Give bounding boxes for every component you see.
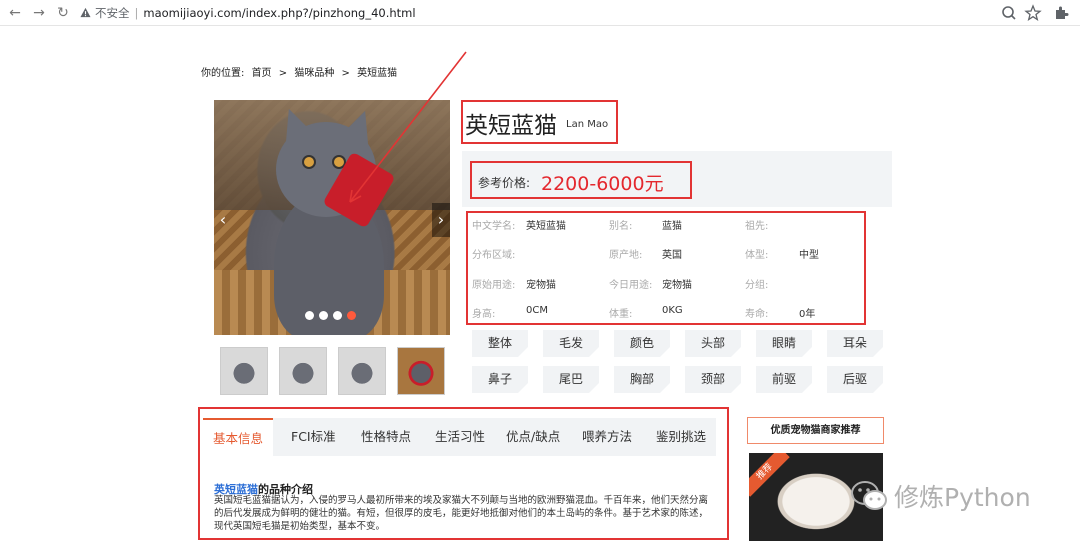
wechat-icon <box>851 481 887 510</box>
info-value: 0KG <box>662 305 683 316</box>
thumbnail-image[interactable] <box>279 347 327 395</box>
tag-button[interactable]: 前驱 <box>756 366 812 393</box>
info-key: 中文学名: <box>472 221 516 232</box>
tag-button[interactable]: 后驱 <box>827 366 883 393</box>
info-key: 身高: <box>472 309 496 320</box>
tag-button[interactable]: 颜色 <box>614 330 670 357</box>
info-key: 今日用途: <box>609 280 653 291</box>
tag-button[interactable]: 鼻子 <box>472 366 528 393</box>
breadcrumb-prefix: 你的位置: <box>201 68 245 79</box>
tab-pros-cons[interactable]: 优点/缺点 <box>506 418 560 456</box>
tab-fci-standard[interactable]: FCI标准 <box>291 418 336 456</box>
back-icon[interactable]: ← <box>6 4 24 22</box>
info-value: 0年 <box>799 309 816 320</box>
info-value: 宠物猫 <box>662 280 692 291</box>
forward-icon[interactable]: → <box>30 4 48 22</box>
intro-text: 英国短毛蓝猫据认为，入侵的罗马人最初所带来的埃及家猫大不列颠与当地的欧洲野猫混血… <box>214 495 709 532</box>
tag-button[interactable]: 整体 <box>472 330 528 357</box>
info-row: 中文学名: 英短蓝猫 别名: 蓝猫 祖先: <box>472 217 872 237</box>
security-label: 不安全 <box>95 6 130 20</box>
tag-button[interactable]: 头部 <box>685 330 741 357</box>
price-value: 2200-6000元 <box>541 173 664 195</box>
breadcrumb-sep: > <box>341 68 350 79</box>
carousel-dots <box>305 311 356 323</box>
address-bar[interactable]: 不安全 | maomijiaoyi.com/index.php?/pinzhong_… <box>80 4 416 22</box>
tag-button[interactable]: 耳朵 <box>827 330 883 357</box>
thumbnail-image[interactable] <box>338 347 386 395</box>
info-key: 原产地: <box>609 250 643 261</box>
breadcrumb: 你的位置: 首页 > 猫咪品种 > 英短蓝猫 <box>201 64 401 79</box>
info-key: 原始用途: <box>472 280 516 291</box>
thumbnail-image[interactable] <box>220 347 268 395</box>
carousel-dot[interactable] <box>333 311 342 320</box>
info-row: 分布区域: 原产地: 英国 体型: 中型 <box>472 246 872 266</box>
info-value: 0CM <box>526 305 548 316</box>
bookmark-star-icon[interactable] <box>1024 4 1042 22</box>
warning-icon <box>80 7 91 18</box>
carousel-prev-icon[interactable]: ‹ <box>214 203 232 237</box>
info-row: 身高: 0CM 体重: 0KG 寿命: 0年 <box>472 305 872 325</box>
breadcrumb-breeds[interactable]: 猫咪品种 <box>294 68 334 79</box>
info-key: 祖先: <box>745 221 769 232</box>
info-key: 别名: <box>609 221 633 232</box>
tab-selection[interactable]: 鉴别挑选 <box>656 418 706 456</box>
url-text: maomijiaoyi.com/index.php?/pinzhong_40.h… <box>143 6 416 20</box>
thumbnail-image[interactable] <box>397 347 445 395</box>
info-value: 英国 <box>662 250 682 261</box>
tab-personality[interactable]: 性格特点 <box>361 418 411 456</box>
recommend-title[interactable]: 优质宠物猫商家推荐 <box>747 417 884 444</box>
reload-icon[interactable]: ↻ <box>54 4 72 22</box>
info-key: 体重: <box>609 309 633 320</box>
tab-habits[interactable]: 生活习性 <box>435 418 485 456</box>
tag-button[interactable]: 毛发 <box>543 330 599 357</box>
tag-button[interactable]: 胸部 <box>614 366 670 393</box>
breadcrumb-home[interactable]: 首页 <box>252 68 272 79</box>
info-key: 寿命: <box>745 309 769 320</box>
info-key: 体型: <box>745 250 769 261</box>
carousel-dot[interactable] <box>305 311 314 320</box>
tag-button[interactable]: 颈部 <box>685 366 741 393</box>
carousel-dot-active[interactable] <box>347 311 356 320</box>
tab-basic-info[interactable]: 基本信息 <box>203 418 273 456</box>
breadcrumb-current[interactable]: 英短蓝猫 <box>357 68 397 79</box>
extensions-icon[interactable] <box>1052 4 1070 22</box>
tag-button[interactable]: 眼睛 <box>756 330 812 357</box>
watermark-text: 修炼Python <box>894 483 1031 512</box>
browser-toolbar: ← → ↻ 不安全 | maomijiaoyi.com/index.php?/pin… <box>0 0 1080 26</box>
info-value: 蓝猫 <box>662 221 682 232</box>
thumbnail-strip <box>220 347 445 395</box>
info-value: 中型 <box>799 250 819 261</box>
info-value: 英短蓝猫 <box>526 221 566 232</box>
carousel-dot[interactable] <box>319 311 328 320</box>
info-value: 宠物猫 <box>526 280 556 291</box>
carousel-next-icon[interactable]: › <box>432 203 450 237</box>
price-label: 参考价格: <box>478 176 531 190</box>
tab-feeding[interactable]: 喂养方法 <box>582 418 632 456</box>
watermark: 修炼Python <box>850 478 1031 514</box>
info-key: 分布区域: <box>472 250 516 261</box>
breed-title: 英短蓝猫 <box>465 113 557 139</box>
breed-title-en: Lan Mao <box>566 119 609 130</box>
zoom-icon[interactable] <box>1000 4 1018 22</box>
cat-photo-carousel[interactable] <box>214 100 450 335</box>
info-key: 分组: <box>745 280 769 291</box>
breadcrumb-sep: > <box>278 68 288 79</box>
tag-button[interactable]: 尾巴 <box>543 366 599 393</box>
info-row: 原始用途: 宠物猫 今日用途: 宠物猫 分组: <box>472 276 872 296</box>
recommend-badge: 推荐 <box>749 453 790 497</box>
